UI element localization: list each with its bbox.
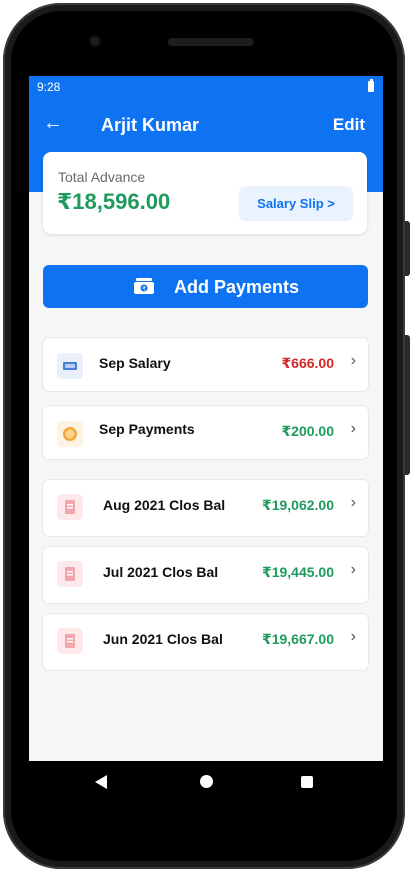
status-bar: 9:28 <box>29 76 383 98</box>
entry-amount: ₹19,062.00 <box>261 497 334 513</box>
receipt-icon <box>57 561 83 587</box>
volume-button <box>405 221 410 276</box>
salary-icon <box>57 353 83 379</box>
list-item-jul-2021[interactable]: Jul 2021 Clos Bal ₹19,445.00 › <box>43 547 368 603</box>
nav-back-icon[interactable] <box>94 774 108 790</box>
battery-icon <box>368 79 374 92</box>
add-payments-label: Add Payments <box>174 277 300 297</box>
entry-amount: ₹19,667.00 <box>261 631 334 647</box>
cash-icon: ₹ <box>134 278 154 294</box>
app-screen: 9:28 ← Arjit Kumar Edit Total Advance ₹1… <box>29 76 383 761</box>
entry-label: Sep Salary <box>99 355 171 371</box>
back-arrow-icon[interactable]: ← <box>43 112 63 135</box>
svg-text:₹: ₹ <box>142 286 146 293</box>
entry-amount: ₹200.00 <box>281 423 334 439</box>
salary-slip-button[interactable]: Salary Slip > <box>239 186 353 221</box>
entry-label: Sep Payments <box>99 421 195 437</box>
total-advance-card: Total Advance ₹18,596.00 Salary Slip > <box>43 152 367 234</box>
entry-label: Aug 2021 Clos Bal <box>103 497 226 513</box>
earpiece-speaker <box>168 38 254 46</box>
edit-button[interactable]: Edit <box>333 115 365 135</box>
entry-amount: ₹666.00 <box>281 355 334 371</box>
coin-icon <box>57 421 83 447</box>
list-item-aug-2021[interactable]: Aug 2021 Clos Bal ₹19,062.00 › <box>43 480 368 536</box>
entry-amount: ₹19,445.00 <box>261 564 334 580</box>
nav-home-icon[interactable] <box>200 775 213 788</box>
list-item-sep-salary[interactable]: Sep Salary ₹666.00 › <box>43 338 368 391</box>
chevron-right-icon: › <box>350 494 356 511</box>
list-item-jun-2021[interactable]: Jun 2021 Clos Bal ₹19,667.00 › <box>43 614 368 670</box>
status-time: 9:28 <box>37 80 61 94</box>
page-title: Arjit Kumar <box>101 115 200 135</box>
entry-label: Jul 2021 Clos Bal <box>103 564 219 580</box>
chevron-right-icon: › <box>350 352 356 369</box>
chevron-right-icon: › <box>350 420 356 437</box>
receipt-icon <box>57 628 83 654</box>
entry-label: Jun 2021 Clos Bal <box>103 631 223 647</box>
system-nav-bar <box>29 761 383 803</box>
chevron-right-icon: › <box>350 628 356 645</box>
power-button <box>405 335 410 475</box>
list-item-sep-payments[interactable]: Sep Payments ₹200.00 › <box>43 406 368 459</box>
add-payments-button[interactable]: ₹ Add Payments <box>43 265 368 308</box>
total-advance-amount: ₹18,596.00 <box>57 189 171 214</box>
nav-recents-icon[interactable] <box>301 776 313 788</box>
chevron-right-icon: › <box>350 561 356 578</box>
total-advance-label: Total Advance <box>58 169 146 185</box>
front-camera <box>89 35 101 47</box>
receipt-icon <box>57 494 83 520</box>
